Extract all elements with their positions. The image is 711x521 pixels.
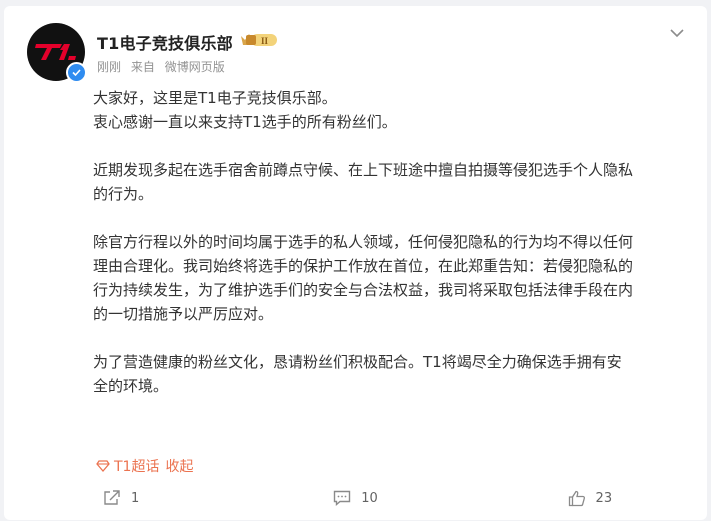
like-button[interactable]: 23 (473, 490, 707, 507)
diamond-icon (96, 460, 110, 472)
vip-crown-icon: II (241, 34, 277, 46)
comment-button[interactable]: 10 (238, 490, 472, 506)
supertopic-row: T1超话 收起 (96, 456, 193, 476)
post-source[interactable]: 微博网页版 (165, 60, 225, 74)
supertopic-link[interactable]: T1超话 (114, 456, 159, 476)
post-paragraph: 为了营造健康的粉丝文化，恳请粉丝们积极配合。T1将竭尽全力确保选手拥有安 全的环… (93, 353, 622, 395)
avatar-container[interactable] (27, 23, 87, 83)
action-bar: 1 10 23 (4, 476, 707, 520)
verified-icon (66, 62, 87, 83)
like-count: 23 (595, 490, 613, 506)
weibo-post-card: T1电子竞技俱乐部 II 刚刚 来自 微博网页版 大家好，这里是T1电子竞技俱乐… (4, 6, 707, 520)
post-paragraph: 除官方行程以外的时间均属于选手的私人领域，任何侵犯隐私的行为均不得以任何 理由合… (93, 233, 634, 323)
author-name[interactable]: T1电子竞技俱乐部 (97, 30, 233, 54)
share-icon (104, 490, 120, 505)
share-count: 1 (131, 490, 140, 506)
share-button[interactable]: 1 (4, 490, 238, 506)
source-prefix: 来自 (130, 60, 155, 74)
post-time[interactable]: 刚刚 (97, 60, 121, 74)
thumbs-up-icon (568, 490, 585, 506)
post-content: 大家好，这里是T1电子竞技俱乐部。 衷心感谢一直以来支持T1选手的所有粉丝们。 … (93, 86, 673, 422)
chevron-down-icon[interactable] (669, 28, 685, 38)
t1-logo-icon (35, 44, 76, 60)
post-paragraph: 大家好，这里是T1电子竞技俱乐部。 衷心感谢一直以来支持T1选手的所有粉丝们。 (93, 89, 397, 131)
comment-count: 10 (361, 490, 378, 506)
comment-icon (334, 490, 351, 506)
post-meta: 刚刚 来自 微博网页版 (97, 58, 231, 75)
post-paragraph: 近期发现多起在选手宿舍前蹲点守候、在上下班途中擅自拍摄等侵犯选手个人隐私 的行为… (93, 161, 634, 203)
svg-text:II: II (261, 36, 269, 46)
collapse-link[interactable]: 收起 (165, 456, 193, 476)
